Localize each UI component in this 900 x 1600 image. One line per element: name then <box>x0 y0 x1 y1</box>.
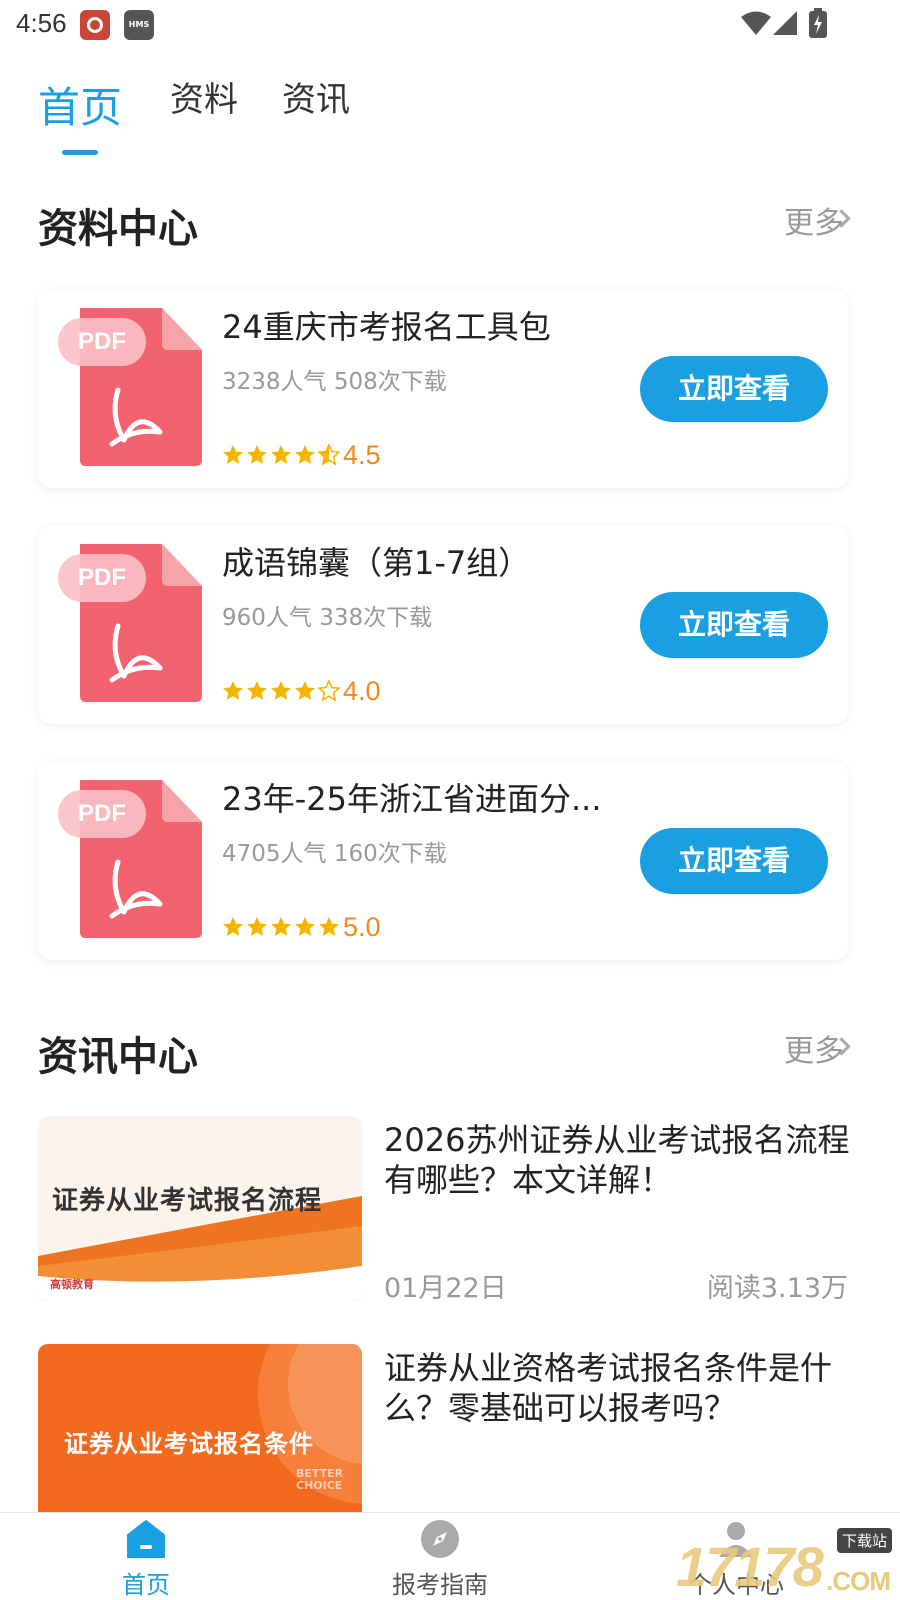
star-icon <box>247 917 267 936</box>
resource-center-title: 资料中心 <box>38 206 198 252</box>
status-bar: 4:56 HMS <box>0 0 900 48</box>
watermark-badge: 下载站 <box>836 1528 892 1553</box>
nav-home[interactable]: 首页 <box>46 1513 246 1600</box>
star-icon <box>295 681 315 700</box>
battery-icon <box>809 8 827 38</box>
rating-value: 5.0 <box>343 911 381 942</box>
resource-title: 24重庆市考报名工具包 <box>222 308 551 346</box>
compass-icon <box>421 1520 459 1558</box>
rating-stars <box>222 444 340 466</box>
star-icon <box>318 680 340 702</box>
resource-card[interactable]: PDF 23年-25年浙江省进面分... 4705人气 160次下载 5.0 立… <box>38 762 848 960</box>
tab-home[interactable]: 首页 <box>38 74 122 135</box>
rating-stars <box>222 916 340 938</box>
thumbnail-caption: 证券从业考试报名条件 <box>64 1430 314 1458</box>
news-center-title: 资讯中心 <box>38 1034 198 1080</box>
resource-rating: 4.5 <box>222 438 381 472</box>
news-item[interactable]: 证券从业考试报名流程 高顿教育 2026苏州证券从业考试报名流程有哪些？本文详解… <box>38 1116 849 1304</box>
star-icon <box>271 917 291 936</box>
rating-stars <box>222 680 340 702</box>
tab-materials[interactable]: 资料 <box>170 72 238 121</box>
rating-value: 4.5 <box>343 439 381 470</box>
resource-rating: 5.0 <box>222 910 381 944</box>
pdf-badge-label: PDF <box>78 328 126 355</box>
notification-app-icon <box>80 10 110 40</box>
star-icon <box>223 917 243 936</box>
status-time: 4:56 <box>16 8 67 38</box>
resource-stats: 4705人气 160次下载 <box>222 841 447 867</box>
resource-title: 成语锦囊（第1-7组） <box>222 544 531 582</box>
pdf-badge-label: PDF <box>78 800 126 827</box>
resource-card[interactable]: PDF 24重庆市考报名工具包 3238人气 508次下载 4.5 立即查看 <box>38 290 848 488</box>
resource-card[interactable]: PDF 成语锦囊（第1-7组） 960人气 338次下载 4.0 立即查看 <box>38 526 848 724</box>
news-title: 2026苏州证券从业考试报名流程有哪些？本文详解！ <box>384 1121 850 1199</box>
hms-notification-icon: HMS <box>124 10 154 40</box>
thumbnail-brand: 高顿教育 <box>50 1278 94 1291</box>
wifi-icon <box>741 11 771 35</box>
star-icon <box>247 445 267 464</box>
star-icon <box>271 445 291 464</box>
star-icon <box>295 445 315 464</box>
nav-exam-guide-label: 报考指南 <box>392 1571 488 1599</box>
resource-stats: 960人气 338次下载 <box>222 605 433 631</box>
news-read-count: 阅读3.13万 <box>706 1273 848 1304</box>
watermark-text: 17178 <box>676 1535 824 1598</box>
rating-value: 4.0 <box>343 675 381 706</box>
news-thumbnail: 证券从业考试报名流程 高顿教育 <box>38 1116 362 1302</box>
watermark-suffix: .COM <box>826 1566 891 1596</box>
home-icon <box>127 1520 165 1558</box>
thumbnail-caption: 证券从业考试报名流程 <box>52 1186 323 1216</box>
star-icon <box>223 445 243 464</box>
star-icon <box>247 681 267 700</box>
tab-news[interactable]: 资讯 <box>282 72 350 121</box>
top-tab-bar: 首页 资料 资讯 <box>0 60 900 160</box>
star-icon <box>271 681 291 700</box>
nav-home-label: 首页 <box>122 1571 170 1599</box>
star-icon <box>223 681 243 700</box>
resource-stats: 3238人气 508次下载 <box>222 369 447 395</box>
view-now-button[interactable]: 立即查看 <box>640 592 828 658</box>
signal-icon <box>773 11 797 35</box>
pdf-badge-label: PDF <box>78 564 126 591</box>
resource-rating: 4.0 <box>222 674 381 708</box>
news-date: 01月22日 <box>384 1273 507 1304</box>
nav-exam-guide[interactable]: 报考指南 <box>340 1513 540 1600</box>
tab-active-indicator <box>62 150 98 155</box>
star-icon <box>318 444 340 466</box>
news-item[interactable]: 证券从业考试报名条件 BETTER CHOICE 证券从业资格考试报名条件是什么… <box>38 1344 848 1512</box>
thumbnail-brand: BETTER CHOICE <box>296 1467 344 1492</box>
resource-title: 23年-25年浙江省进面分... <box>222 780 602 818</box>
site-watermark: 17178 下载站 .COM <box>676 1526 900 1600</box>
view-now-button[interactable]: 立即查看 <box>640 828 828 894</box>
star-icon <box>295 917 315 936</box>
view-now-button[interactable]: 立即查看 <box>640 356 828 422</box>
star-icon <box>319 917 339 936</box>
news-title: 证券从业资格考试报名条件是什么？零基础可以报考吗？ <box>384 1349 833 1427</box>
news-thumbnail: 证券从业考试报名条件 BETTER CHOICE <box>38 1344 362 1512</box>
